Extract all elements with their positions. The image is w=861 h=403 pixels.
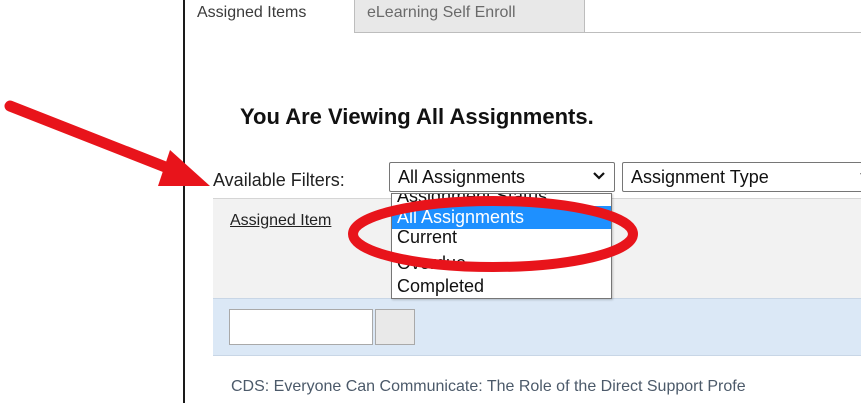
- assignment-row-title[interactable]: CDS: Everyone Can Communicate: The Role …: [231, 378, 746, 396]
- option-assignment-status[interactable]: Assignment Status: [392, 194, 611, 206]
- tab-bar: Assigned Items eLearning Self Enroll: [185, 0, 861, 34]
- available-filters-label: Available Filters:: [213, 170, 345, 190]
- assignment-type-value: Assignment Type: [631, 167, 769, 187]
- chevron-down-icon: [592, 164, 606, 191]
- assignments-filter-value: All Assignments: [398, 167, 526, 187]
- tab-elearning-self-enroll[interactable]: eLearning Self Enroll: [355, 0, 585, 33]
- column-filter-input[interactable]: [229, 309, 373, 345]
- tab-bar-divider: [585, 32, 861, 33]
- assignments-filter-dropdown: Assignment Status All Assignments Curren…: [391, 193, 612, 299]
- red-arrow-annotation: [4, 100, 210, 186]
- page-title: You Are Viewing All Assignments.: [240, 104, 594, 129]
- option-all-assignments[interactable]: All Assignments: [392, 206, 611, 229]
- assigned-item-column-link[interactable]: Assigned Item: [230, 212, 331, 230]
- option-completed[interactable]: Completed: [392, 275, 611, 298]
- assignments-filter-select[interactable]: All Assignments: [389, 162, 615, 192]
- option-overdue[interactable]: Overdue: [392, 252, 611, 275]
- filter-icon[interactable]: [375, 309, 415, 345]
- assignment-type-select[interactable]: Assignment Type: [622, 162, 861, 192]
- tab-assigned-items[interactable]: Assigned Items: [185, 0, 355, 33]
- option-current[interactable]: Current: [392, 229, 611, 252]
